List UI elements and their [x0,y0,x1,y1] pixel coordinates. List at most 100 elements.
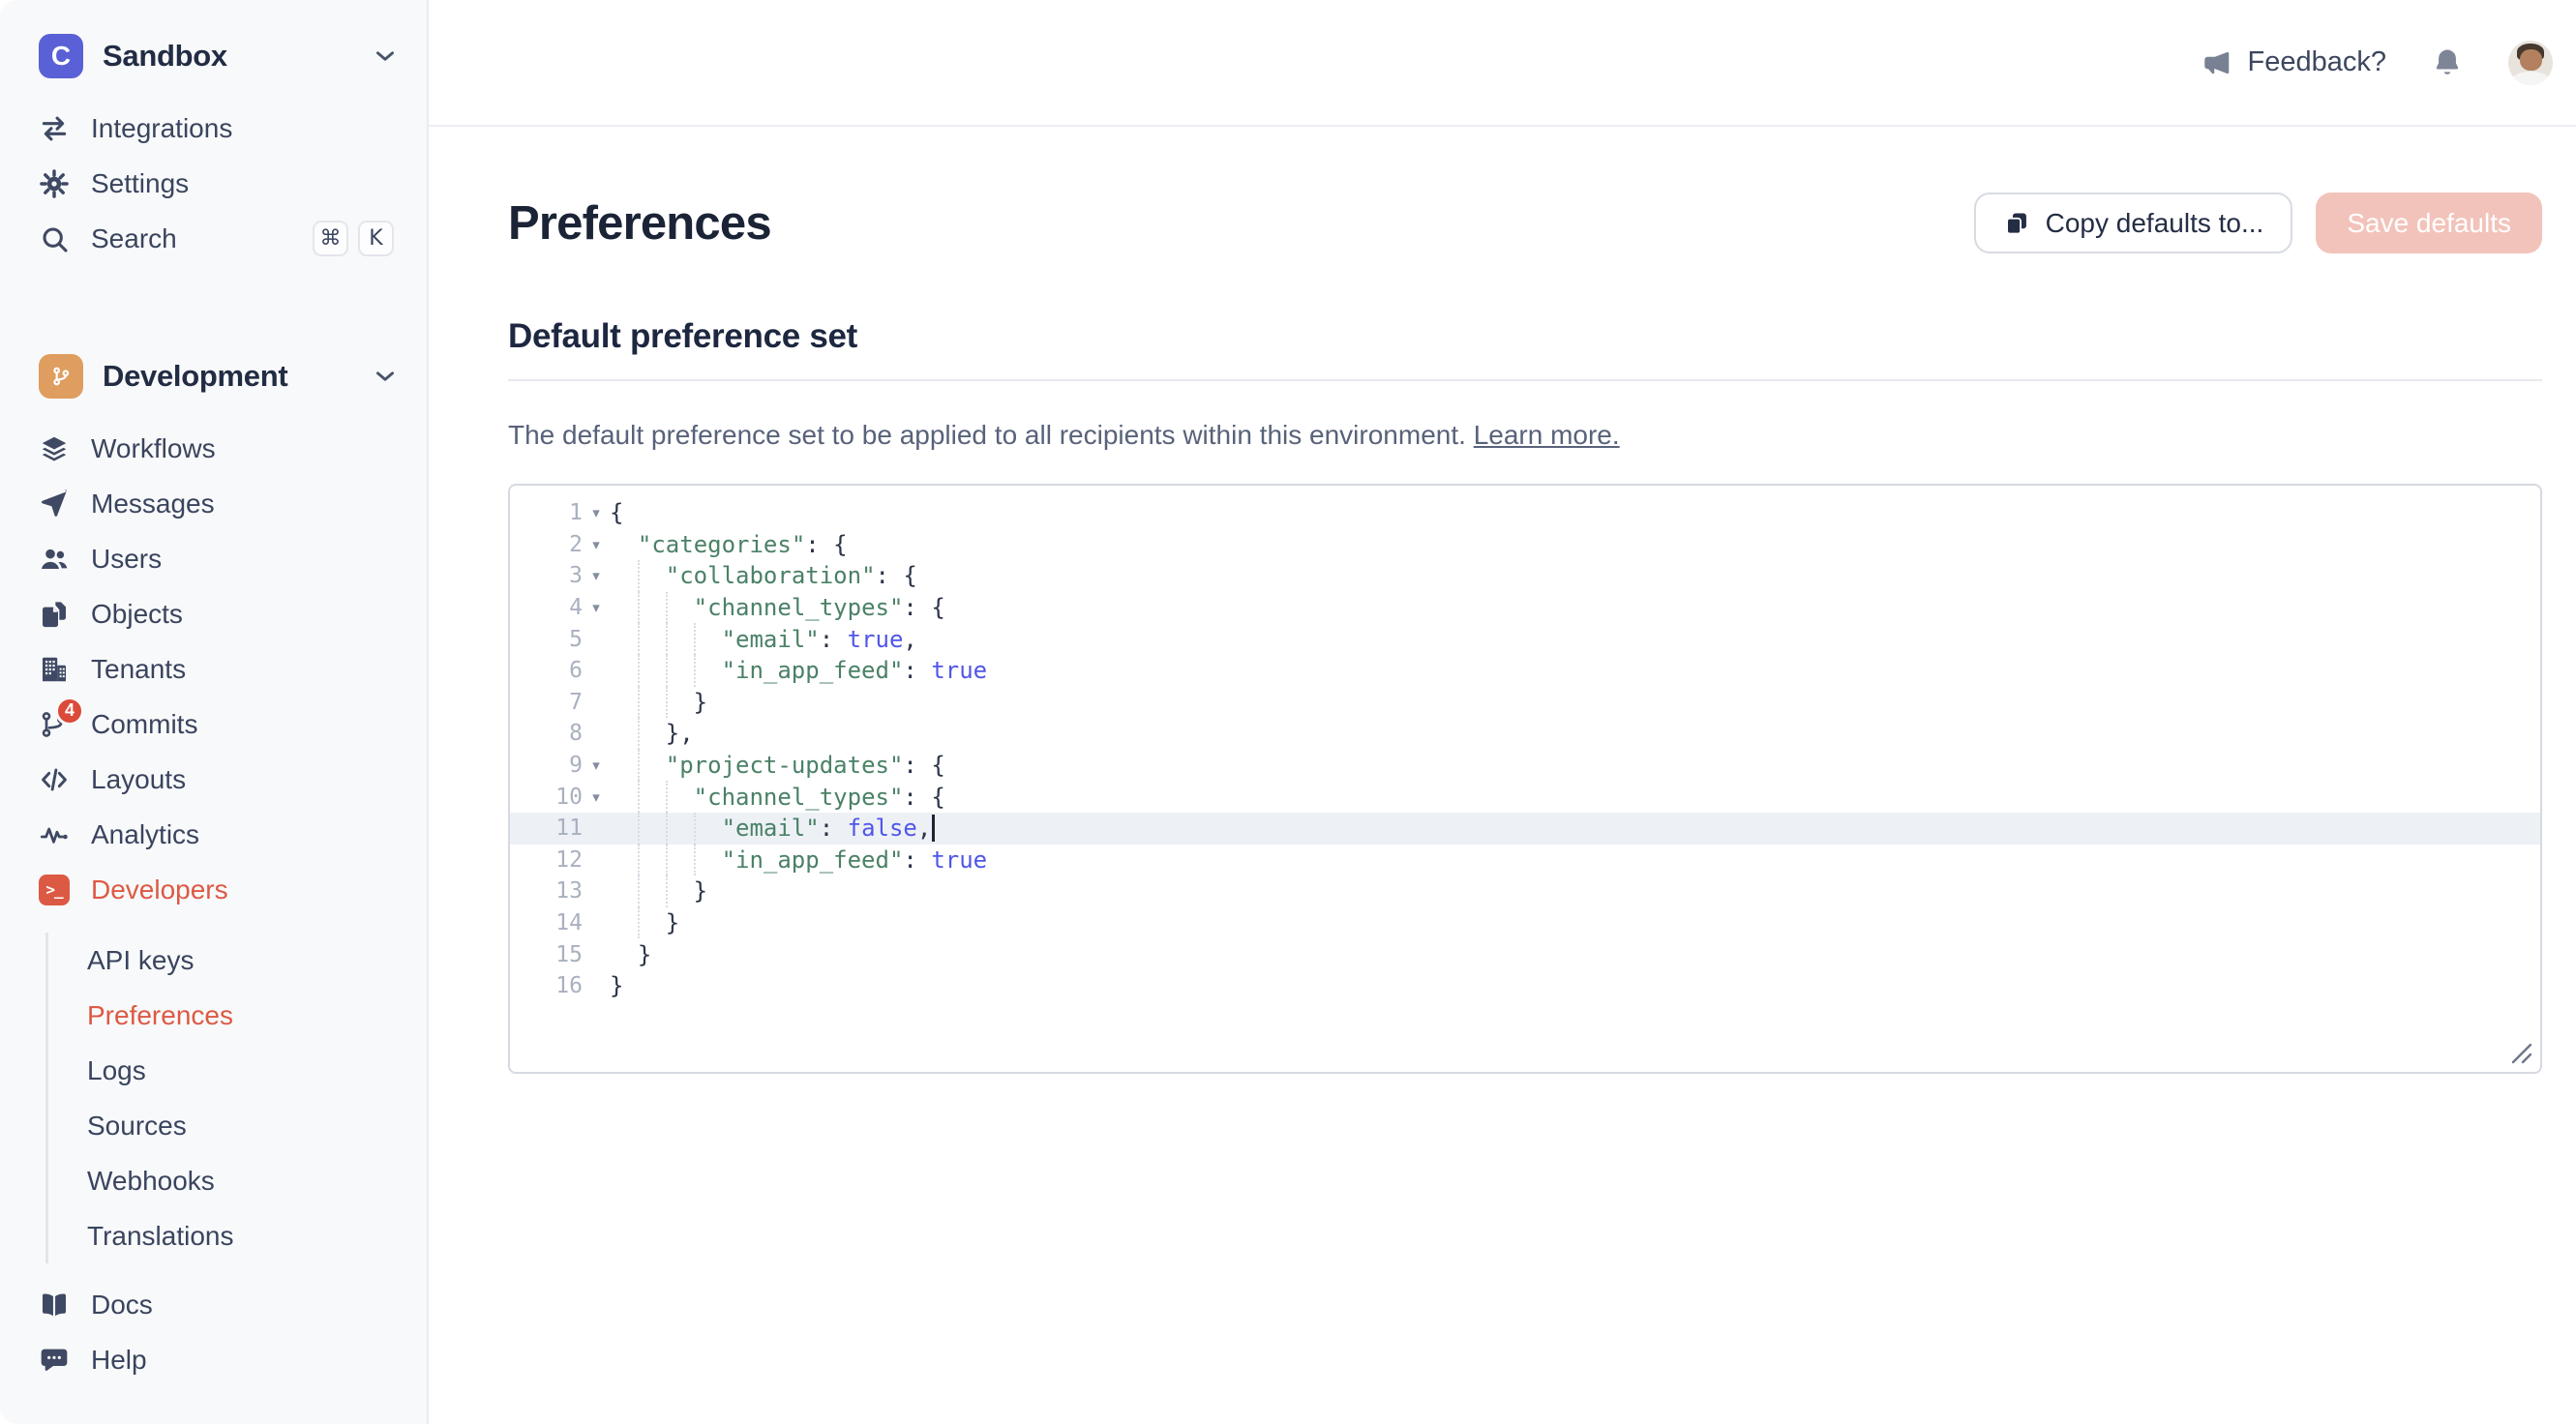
save-defaults-button[interactable]: Save defaults [2316,193,2542,253]
sidebar-item-commits[interactable]: 4 Commits [0,697,427,752]
sidebar-item-integrations[interactable]: Integrations [0,101,427,156]
megaphone-icon [2203,48,2232,77]
code-token-punct: : [820,815,848,842]
json-code-editor[interactable]: 1▾{2▾"categories": {3▾"collaboration": {… [508,484,2542,1074]
fold-arrow-icon[interactable]: ▾ [583,567,610,584]
code-token-key: "categories" [638,531,805,558]
indent-guide [638,781,666,813]
code-token-bool: true [931,846,987,874]
feedback-button[interactable]: Feedback? [2203,46,2387,78]
code-token-key: "channel_types" [694,594,904,621]
docs-icon [39,1290,70,1320]
settings-icon [39,168,70,199]
sidebar-item-label: Tenants [91,654,186,685]
indent-guide [610,875,638,907]
page-title: Preferences [508,196,771,251]
environment-switcher[interactable]: Development [39,345,398,407]
sidebar-item-label: Messages [91,489,215,519]
fold-arrow-icon[interactable]: ▾ [583,536,610,553]
code-token-key: "email" [722,815,820,842]
editor-line-11: 11 "email": false, [510,813,2540,845]
code-token-punct: , [917,815,931,842]
sidebar-subitem-webhooks[interactable]: Webhooks [48,1153,427,1208]
bell-icon[interactable] [2431,46,2464,79]
description-text: The default preference set to be applied… [508,420,1466,450]
sidebar-item-objects[interactable]: Objects [0,586,427,641]
sidebar-subitem-label: Sources [87,1111,187,1142]
code-token-key: "collaboration" [666,562,876,589]
kbd-key: ⌘ [313,221,348,256]
code-token-punct: } [610,972,623,999]
fold-arrow-icon[interactable]: ▾ [583,788,610,806]
sidebar-item-docs[interactable]: Docs [0,1277,427,1332]
indent-guide [638,655,666,687]
indent-guide [638,907,666,939]
line-number: 7 [510,690,583,715]
editor-line-3: 3▾"collaboration": { [510,560,2540,592]
indent-guide [638,623,666,655]
sidebar-item-users[interactable]: Users [0,531,427,586]
code-token-punct: } [666,909,679,936]
objects-icon [39,599,70,630]
learn-more-link[interactable]: Learn more. [1474,420,1620,450]
fold-arrow-icon[interactable]: ▾ [583,756,610,774]
indent-guide [638,845,666,876]
fold-arrow-icon[interactable]: ▾ [583,599,610,616]
sidebar-item-search[interactable]: Search⌘K [0,211,427,266]
code-token-bool: false [848,815,917,842]
sidebar-subitem-label: Preferences [87,1000,233,1031]
sidebar-subitem-sources[interactable]: Sources [48,1098,427,1153]
commits-icon: 4 [39,709,70,740]
sidebar-item-label: Developers [91,875,228,905]
code-text: }, [610,718,2540,750]
line-number: 10 [510,785,583,810]
editor-line-1: 1▾{ [510,497,2540,529]
sidebar-subitem-preferences[interactable]: Preferences [48,988,427,1043]
sidebar-item-workflows[interactable]: Workflows [0,421,427,476]
editor-line-10: 10▾"channel_types": { [510,781,2540,813]
indent-guide [638,718,666,750]
resize-handle-icon[interactable] [2505,1037,2534,1066]
sidebar-item-label: Search [91,223,177,254]
sidebar-item-layouts[interactable]: Layouts [0,752,427,807]
sidebar-item-analytics[interactable]: Analytics [0,807,427,862]
top-bar: Feedback? [429,0,2576,127]
code-token-key: "in_app_feed" [722,657,904,684]
page-content: Preferences Copy defaults to... Save def… [429,127,2576,1424]
copy-defaults-button[interactable]: Copy defaults to... [1974,193,2293,253]
workspace-switcher[interactable]: C Sandbox [39,25,398,87]
editor-line-4: 4▾"channel_types": { [510,592,2540,624]
user-avatar[interactable] [2508,41,2553,85]
sidebar-item-developers[interactable]: >_Developers [0,862,427,917]
sidebar-subitem-logs[interactable]: Logs [48,1043,427,1098]
sidebar-subitem-label: Logs [87,1055,146,1086]
sidebar-item-help[interactable]: Help [0,1332,427,1387]
code-text: { [610,497,2540,529]
code-token-punct: , [903,626,916,653]
code-text: "project-updates": { [610,750,2540,782]
sidebar-subitem-api-keys[interactable]: API keys [48,933,427,988]
indent-guide [666,687,694,719]
line-number: 6 [510,658,583,683]
indent-guide [694,655,722,687]
editor-line-14: 14} [510,907,2540,939]
line-number: 3 [510,563,583,588]
indent-guide [666,592,694,624]
sidebar-item-label: Commits [91,709,197,740]
sidebar-item-settings[interactable]: Settings [0,156,427,211]
code-token-punct: : [903,657,931,684]
code-token-punct: }, [666,720,694,747]
code-text: "collaboration": { [610,560,2540,592]
line-number: 4 [510,595,583,620]
line-number: 11 [510,816,583,841]
sidebar-item-messages[interactable]: Messages [0,476,427,531]
sidebar-subitem-translations[interactable]: Translations [48,1208,427,1263]
code-token-punct: : { [903,752,944,779]
sidebar-item-tenants[interactable]: Tenants [0,641,427,697]
indent-guide [638,750,666,782]
fold-arrow-icon[interactable]: ▾ [583,504,610,521]
code-token-key: "email" [722,626,820,653]
search-icon [39,223,70,254]
line-number: 15 [510,942,583,967]
line-number: 1 [510,500,583,525]
